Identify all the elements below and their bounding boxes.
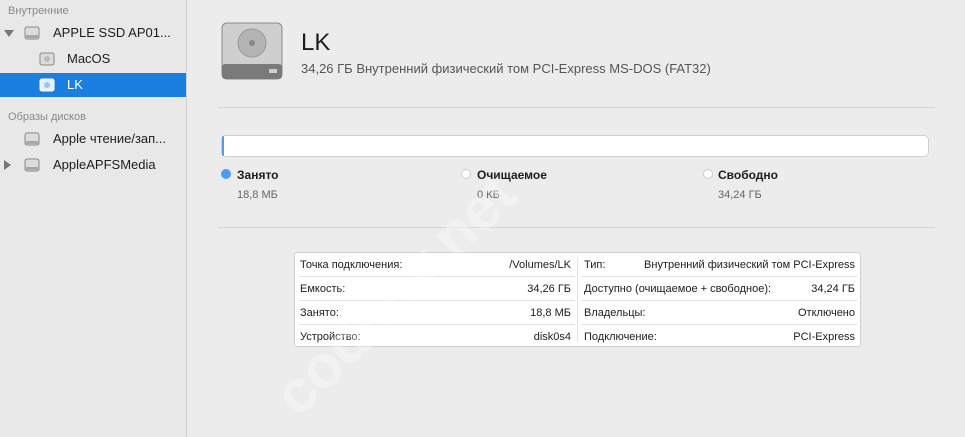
row-divider <box>299 324 575 325</box>
type-key: Тип: <box>584 259 606 271</box>
sidebar-item-apple-rw[interactable]: Apple чтение/зап... <box>0 127 186 151</box>
column-divider <box>577 257 578 342</box>
purgeable-legend-value: 0 КБ <box>477 189 500 201</box>
row-divider <box>299 276 575 277</box>
sidebar-item-lk[interactable]: LK <box>0 73 186 97</box>
used-key: Занято: <box>300 307 339 319</box>
sidebar-item-label: LK <box>67 77 83 92</box>
mount-point-key: Точка подключения: <box>300 259 403 271</box>
hard-drive-icon <box>221 22 283 80</box>
sidebar: Внутренние APPLE SSD AP01... MacOS LK Об… <box>0 0 187 437</box>
used-value: 18,8 МБ <box>530 307 571 319</box>
volume-icon <box>39 78 55 92</box>
row-divider <box>581 276 857 277</box>
capacity-key: Емкость: <box>300 283 346 295</box>
row-divider <box>299 300 575 301</box>
free-legend-value: 34,24 ГБ <box>718 189 762 201</box>
available-value: 34,24 ГБ <box>811 283 855 295</box>
divider <box>218 227 935 228</box>
drive-icon <box>24 158 40 172</box>
volume-description: 34,26 ГБ Внутренний физический том PCI-E… <box>301 61 711 76</box>
purgeable-legend-swatch <box>461 169 471 179</box>
free-legend-label: Свободно <box>718 168 778 182</box>
volume-title: LK <box>301 29 331 56</box>
volume-icon <box>39 52 55 66</box>
device-key: Устройство: <box>300 331 361 343</box>
owners-value: Отключено <box>798 307 855 319</box>
disclosure-triangle-icon[interactable] <box>4 160 11 170</box>
sidebar-item-label: APPLE SSD AP01... <box>53 25 171 40</box>
usage-bar <box>221 135 929 157</box>
row-divider <box>581 324 857 325</box>
drive-icon <box>24 132 40 146</box>
sidebar-item-macos[interactable]: MacOS <box>0 47 186 71</box>
owners-key: Владельцы: <box>584 307 646 319</box>
free-legend-swatch <box>703 169 713 179</box>
sidebar-item-label: AppleAPFSMedia <box>53 157 156 172</box>
used-legend-label: Занято <box>237 168 279 182</box>
sidebar-item-label: Apple чтение/зап... <box>53 131 167 146</box>
capacity-value: 34,26 ГБ <box>527 283 571 295</box>
sidebar-section-disk-images: Образы дисков <box>8 111 86 123</box>
volume-info-table: Точка подключения: /Volumes/LK Емкость: … <box>294 252 861 347</box>
drive-icon <box>24 26 40 40</box>
mount-point-value: /Volumes/LK <box>509 259 571 271</box>
divider <box>218 107 935 108</box>
connection-value: PCI-Express <box>793 331 855 343</box>
sidebar-item-label: MacOS <box>67 51 111 66</box>
disclosure-triangle-icon[interactable] <box>4 30 14 37</box>
device-value: disk0s4 <box>533 331 571 343</box>
type-value: Внутренний физический том PCI-Express <box>644 259 855 271</box>
purgeable-legend-label: Очищаемое <box>477 168 547 182</box>
connection-key: Подключение: <box>584 331 657 343</box>
used-legend-swatch <box>221 169 231 179</box>
used-legend-value: 18,8 МБ <box>237 189 278 201</box>
sidebar-section-internal: Внутренние <box>8 5 69 17</box>
row-divider <box>581 300 857 301</box>
usage-bar-used-fill <box>222 136 224 156</box>
sidebar-item-apple-ssd[interactable]: APPLE SSD AP01... <box>0 21 186 45</box>
sidebar-item-apfs-media[interactable]: AppleAPFSMedia <box>0 153 186 177</box>
available-key: Доступно (очищаемое + свободное): <box>584 283 772 295</box>
